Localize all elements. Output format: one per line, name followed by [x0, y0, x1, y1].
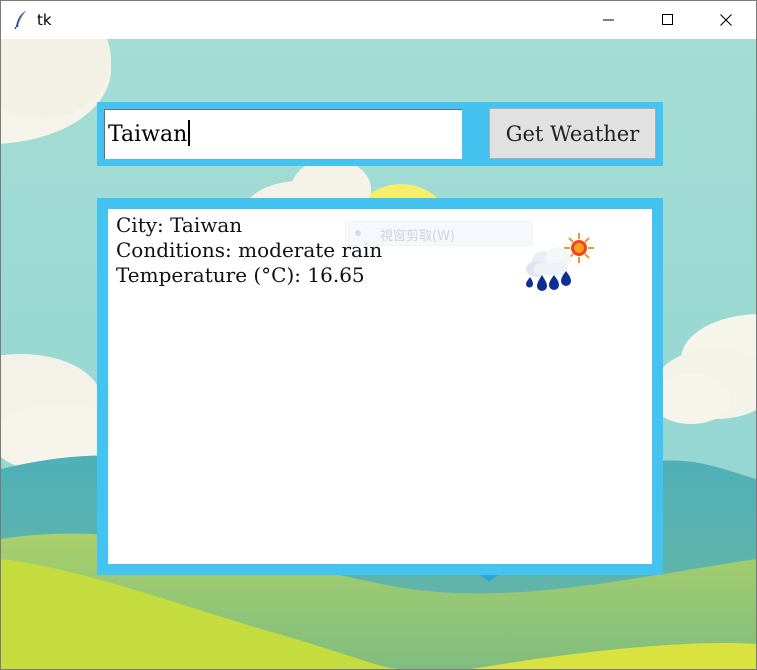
city-input-value: Taiwan [108, 120, 191, 147]
close-button[interactable] [703, 1, 749, 39]
get-weather-button[interactable]: Get Weather [489, 108, 656, 159]
result-text: City: Taiwan Conditions: moderate rain T… [116, 213, 382, 288]
maximize-button[interactable] [645, 1, 691, 39]
tooltip-bullet-icon [355, 230, 361, 236]
conditions-line: Conditions: moderate rain [116, 238, 383, 262]
text-caret [188, 120, 191, 146]
title-bar: tk [1, 1, 756, 39]
city-input[interactable]: Taiwan [104, 109, 462, 159]
feather-app-icon [14, 11, 26, 30]
city-line: City: Taiwan [116, 213, 243, 237]
client-area: Taiwan Get Weather City: Taiwan Conditio… [1, 39, 756, 669]
ime-tooltip-text: 視窗剪取(W) [380, 229, 455, 244]
maximize-icon [662, 14, 673, 25]
minimize-button[interactable] [586, 1, 632, 39]
minimize-icon [603, 19, 614, 21]
app-window: tk Taiwan Get Weather City: Taiwan Condi… [0, 0, 757, 670]
rain-sun-weather-icon [526, 233, 594, 291]
result-panel: City: Taiwan Conditions: moderate rain T… [108, 209, 652, 564]
window-title: tk [37, 11, 52, 29]
temperature-line: Temperature (°C): 16.65 [116, 263, 365, 287]
ime-tooltip: 視窗剪取(W) [345, 221, 533, 246]
close-icon [720, 14, 732, 26]
